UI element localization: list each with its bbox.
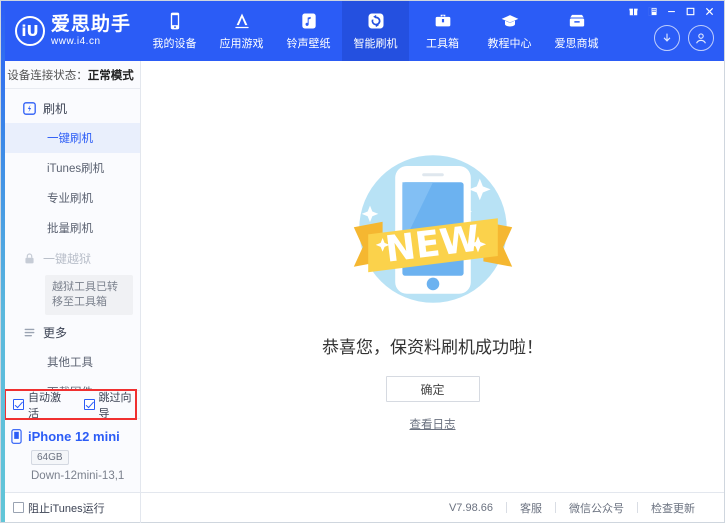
app-header: iU 爱思助手 www.i4.cn 我的设备 应用游戏 xyxy=(1,1,724,61)
new-phone-badge-illustration: NEW xyxy=(343,139,523,319)
logo-url: www.i4.cn xyxy=(51,37,131,47)
nav-item-my-device[interactable]: 我的设备 xyxy=(141,1,208,61)
checkbox-auto-activate[interactable]: 自动激活 xyxy=(13,389,70,421)
sidebar-section-label: 刷机 xyxy=(43,100,67,117)
confirm-button[interactable]: 确定 xyxy=(386,376,480,402)
maximize-icon[interactable] xyxy=(682,4,699,18)
device-name: iPhone 12 mini xyxy=(28,429,120,444)
checkbox-label: 自动激活 xyxy=(28,389,70,421)
nav-item-toolbox[interactable]: 工具箱 xyxy=(409,1,476,61)
minimize-icon[interactable] xyxy=(663,4,680,18)
nav-item-store[interactable]: 爱思商城 xyxy=(543,1,610,61)
sidebar-menu: 刷机 一键刷机 iTunes刷机 专业刷机 批量刷机 xyxy=(1,89,140,390)
checkbox-box[interactable] xyxy=(13,399,24,410)
gift-icon[interactable] xyxy=(625,4,642,18)
device-identifier: Down-12mini-13,1 xyxy=(31,470,140,482)
success-message: 恭喜您，保资料刷机成功啦！ xyxy=(322,333,543,358)
checkbox-box[interactable] xyxy=(84,399,95,410)
store-icon xyxy=(567,11,587,31)
logo-text: 爱思助手 www.i4.cn xyxy=(51,15,131,47)
app-body: 设备连接状态： 正常模式 刷机 一键刷机 iTunes刷机 xyxy=(1,61,724,492)
skin-icon[interactable] xyxy=(644,4,661,18)
nav-label: 应用游戏 xyxy=(220,35,264,51)
connection-status-value: 正常模式 xyxy=(88,67,134,83)
sidebar-item-label: 一键刷机 xyxy=(47,130,93,146)
nav-label: 我的设备 xyxy=(153,35,197,51)
link-customer-service[interactable]: 客服 xyxy=(507,500,555,516)
version-label: V7.98.66 xyxy=(436,502,506,514)
music-icon xyxy=(299,11,319,31)
sidebar-item-other-tools[interactable]: 其他工具 xyxy=(1,347,140,377)
link-check-update[interactable]: 检查更新 xyxy=(638,500,708,516)
logo-mark-icon: iU xyxy=(15,16,45,46)
device-capacity: 64GB xyxy=(31,450,69,465)
sidebar-item-label: iTunes刷机 xyxy=(47,160,104,176)
sidebar-section-jailbreak: 一键越狱 xyxy=(1,243,140,273)
app-window: iU 爱思助手 www.i4.cn 我的设备 应用游戏 xyxy=(0,0,725,523)
main-navigation: 我的设备 应用游戏 铃声壁纸 xyxy=(141,1,610,61)
device-title: iPhone 12 mini xyxy=(11,429,140,444)
nav-label: 爱思商城 xyxy=(555,35,599,51)
apps-icon xyxy=(232,11,252,31)
nav-item-apps-games[interactable]: 应用游戏 xyxy=(208,1,275,61)
sidebar-section-flash[interactable]: 刷机 xyxy=(1,93,140,123)
graduation-icon xyxy=(500,11,520,31)
download-circle-icon[interactable] xyxy=(654,25,680,51)
window-controls xyxy=(625,4,718,18)
checkbox-skip-wizard[interactable]: 跳过向导 xyxy=(84,389,141,421)
sidebar-item-pro-flash[interactable]: 专业刷机 xyxy=(1,183,140,213)
logo-title: 爱思助手 xyxy=(51,15,131,34)
nav-label: 智能刷机 xyxy=(354,35,398,51)
checkbox-label: 阻止iTunes运行 xyxy=(28,500,105,516)
flash-icon xyxy=(366,11,386,31)
checkbox-label: 跳过向导 xyxy=(99,389,141,421)
jailbreak-moved-tooltip: 越狱工具已转移至工具箱 xyxy=(45,275,133,315)
main-content: NEW 恭喜您，保资料刷机成功啦！ 确定 查看日志 xyxy=(141,61,724,492)
connection-status-label: 设备连接状态： xyxy=(7,67,88,83)
phone-icon xyxy=(165,11,185,31)
sidebar: 设备连接状态： 正常模式 刷机 一键刷机 iTunes刷机 xyxy=(1,61,141,492)
phone-small-icon xyxy=(11,429,22,444)
app-logo[interactable]: iU 爱思助手 www.i4.cn xyxy=(1,1,141,61)
nav-item-smart-flash[interactable]: 智能刷机 xyxy=(342,1,409,61)
checkbox-block-itunes[interactable]: 阻止iTunes运行 xyxy=(13,500,105,516)
device-panel[interactable]: iPhone 12 mini 64GB Down-12mini-13,1 xyxy=(1,418,140,492)
view-log-link[interactable]: 查看日志 xyxy=(410,416,456,432)
link-wechat-official[interactable]: 微信公众号 xyxy=(556,500,637,516)
block-itunes-area: 阻止iTunes运行 xyxy=(1,493,141,523)
nav-item-tutorial-center[interactable]: 教程中心 xyxy=(476,1,543,61)
lock-icon xyxy=(23,252,36,265)
flash-square-icon xyxy=(23,102,36,115)
sidebar-item-batch-flash[interactable]: 批量刷机 xyxy=(1,213,140,243)
sidebar-item-one-key-flash[interactable]: 一键刷机 xyxy=(1,123,140,153)
sidebar-item-label: 其他工具 xyxy=(47,354,93,370)
close-icon[interactable] xyxy=(701,4,718,18)
sidebar-item-label: 专业刷机 xyxy=(47,190,93,206)
nav-item-ringtones-wallpapers[interactable]: 铃声壁纸 xyxy=(275,1,342,61)
menu-lines-icon xyxy=(23,326,36,339)
sidebar-item-itunes-flash[interactable]: iTunes刷机 xyxy=(1,153,140,183)
toolbox-icon xyxy=(433,11,453,31)
status-bar: 阻止iTunes运行 V7.98.66 客服 微信公众号 检查更新 xyxy=(1,492,724,522)
checkbox-box[interactable] xyxy=(13,502,24,513)
nav-label: 铃声壁纸 xyxy=(287,35,331,51)
nav-label: 教程中心 xyxy=(488,35,532,51)
connection-status: 设备连接状态： 正常模式 xyxy=(1,61,140,89)
flash-options: 自动激活 跳过向导 xyxy=(1,390,140,418)
sidebar-section-label: 更多 xyxy=(43,324,67,341)
sidebar-item-label: 批量刷机 xyxy=(47,220,93,236)
header-actions xyxy=(654,25,714,51)
status-bar-links: V7.98.66 客服 微信公众号 检查更新 xyxy=(141,500,724,516)
account-circle-icon[interactable] xyxy=(688,25,714,51)
nav-label: 工具箱 xyxy=(426,35,459,51)
sidebar-section-label: 一键越狱 xyxy=(43,250,91,267)
sidebar-section-more[interactable]: 更多 xyxy=(1,317,140,347)
